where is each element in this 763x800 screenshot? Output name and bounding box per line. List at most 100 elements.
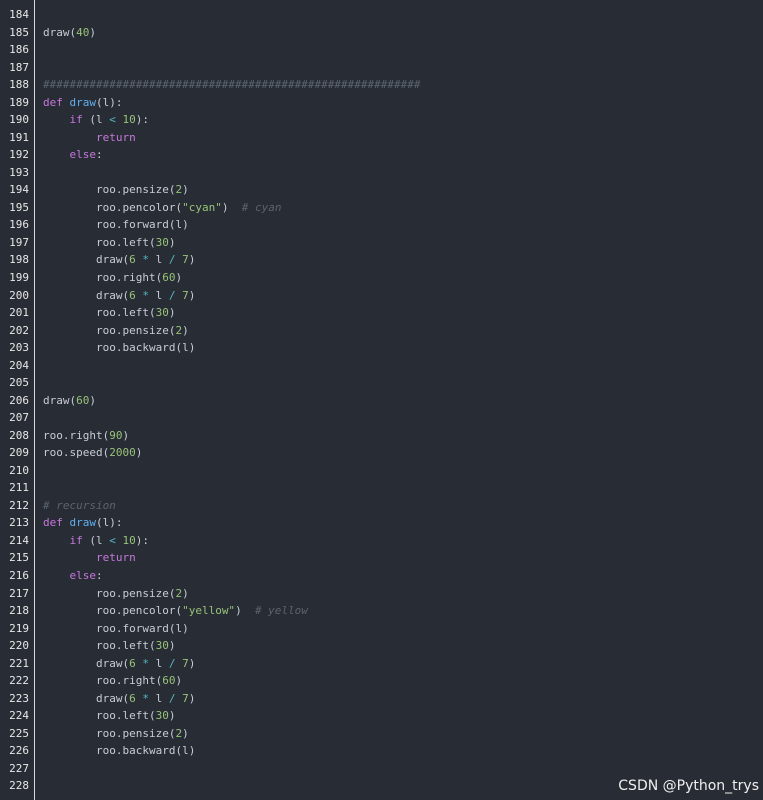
code-text: roo.forward(l) [43,620,189,638]
code-line[interactable]: 207 [0,409,763,427]
code-token-plain: ) [168,639,176,653]
code-line[interactable]: 186 [0,41,763,59]
code-token-plain: ) [182,323,189,337]
code-token-plain: ) [182,726,189,740]
code-line[interactable]: 187 [0,59,763,77]
code-area[interactable]: 184 185 draw(40) 186 187 188 #################… [0,6,763,795]
code-line[interactable]: 210 [0,462,763,480]
code-line[interactable]: 208 roo.right(90) [0,427,763,445]
code-line[interactable]: 191 return [0,129,763,147]
line-number: 219 [9,621,29,635]
code-token-number: 30 [155,709,169,723]
code-line[interactable]: 220 roo.left(30) [0,637,763,655]
code-token-keyword: def [43,516,70,530]
code-token-operator: < [109,533,116,547]
code-line[interactable]: 223 draw(6 * l / 7) [0,690,763,708]
code-line[interactable]: 202 roo.pensize(2) [0,322,763,340]
code-line[interactable]: 221 draw(6 * l / 7) [0,655,763,673]
code-line[interactable]: 203 roo.backward(l) [0,339,763,357]
code-line[interactable]: 213 def draw(l): [0,514,763,532]
code-line[interactable]: 193 [0,164,763,182]
code-text: roo.right(60) [43,672,182,690]
line-number: 220 [9,639,29,653]
code-token-plain: l [148,656,169,670]
code-line[interactable]: 224 roo.left(30) [0,707,763,725]
code-editor[interactable]: 184 185 draw(40) 186 187 188 #################… [0,0,763,800]
code-line[interactable]: 209 roo.speed(2000) [0,444,763,462]
code-token-plain: ) [168,306,176,320]
code-token-number: 6 [129,656,136,670]
code-token-plain: ) [182,183,189,197]
code-token-operator: * [142,253,149,267]
code-text: draw(60) [43,392,96,410]
code-line[interactable]: 199 roo.right(60) [0,269,763,287]
code-text: draw(6 * l / 7) [43,251,195,269]
line-number: 211 [9,481,29,495]
code-line[interactable]: 219 roo.forward(l) [0,620,763,638]
code-line[interactable]: 222 roo.right(60) [0,672,763,690]
code-line[interactable]: 184 [0,6,763,24]
code-line[interactable]: 189 def draw(l): [0,94,763,112]
code-line[interactable]: 214 if (l < 10): [0,532,763,550]
code-token-comment: # recursion [43,498,116,512]
code-token-number: 6 [129,253,136,267]
code-token-plain: ) [89,25,96,39]
code-token-string: "cyan" [182,200,222,214]
code-line[interactable]: 205 [0,374,763,392]
code-text: roo.right(90) [43,427,129,445]
code-line[interactable]: 190 if (l < 10): [0,111,763,129]
code-line[interactable]: 195 roo.pencolor("cyan") # cyan [0,199,763,217]
code-text: roo.right(60) [43,269,182,287]
code-token-keyword: if [69,113,83,127]
code-text: draw(40) [43,24,96,42]
code-line[interactable]: 217 roo.pensize(2) [0,585,763,603]
code-token-plain: roo.right( [43,270,163,284]
code-line[interactable]: 212 # recursion [0,497,763,515]
code-line[interactable]: 192 else: [0,146,763,164]
line-number: 209 [9,446,29,460]
code-token-number: 6 [129,691,136,705]
code-token-plain: roo.forward(l) [43,218,189,232]
code-line[interactable]: 218 roo.pencolor("yellow") # yellow [0,602,763,620]
code-line[interactable]: 227 [0,760,763,778]
code-text: roo.pensize(2) [43,181,189,199]
line-number: 189 [9,95,29,109]
code-text: if (l < 10): [43,111,150,129]
line-number: 187 [9,60,29,74]
code-line[interactable]: 185 draw(40) [0,24,763,42]
code-token-number: 90 [109,428,123,442]
line-number: 190 [9,113,29,127]
code-token-plain: ) [89,393,96,407]
code-line[interactable]: 200 draw(6 * l / 7) [0,287,763,305]
code-text: return [43,549,136,567]
line-number: 207 [9,411,29,425]
code-line[interactable]: 196 roo.forward(l) [0,216,763,234]
code-token-plain: roo.left( [43,709,156,723]
code-line[interactable]: 225 roo.pensize(2) [0,725,763,743]
code-token-number: 30 [155,306,169,320]
code-token-number: 2000 [109,446,136,460]
code-token-plain: draw( [43,691,130,705]
code-line[interactable]: 198 draw(6 * l / 7) [0,251,763,269]
code-text: draw(6 * l / 7) [43,690,195,708]
line-number: 227 [9,761,29,775]
code-token-plain: ) [122,428,130,442]
code-line[interactable]: 188 #####################################… [0,76,763,94]
code-token-plain: roo.pencolor( [43,200,183,214]
code-line[interactable]: 216 else: [0,567,763,585]
code-line[interactable]: 226 roo.backward(l) [0,742,763,760]
code-line[interactable]: 197 roo.left(30) [0,234,763,252]
code-line[interactable]: 206 draw(60) [0,392,763,410]
code-text: roo.pensize(2) [43,725,189,743]
code-token-operator: * [142,691,149,705]
code-line[interactable]: 201 roo.left(30) [0,304,763,322]
code-line[interactable]: 204 [0,357,763,375]
code-text: roo.pensize(2) [43,585,189,603]
code-line[interactable]: 194 roo.pensize(2) [0,181,763,199]
code-line[interactable]: 211 [0,479,763,497]
code-line[interactable]: 215 return [0,549,763,567]
code-token-comment: ########################################… [43,78,421,92]
code-token-number: 7 [182,691,189,705]
